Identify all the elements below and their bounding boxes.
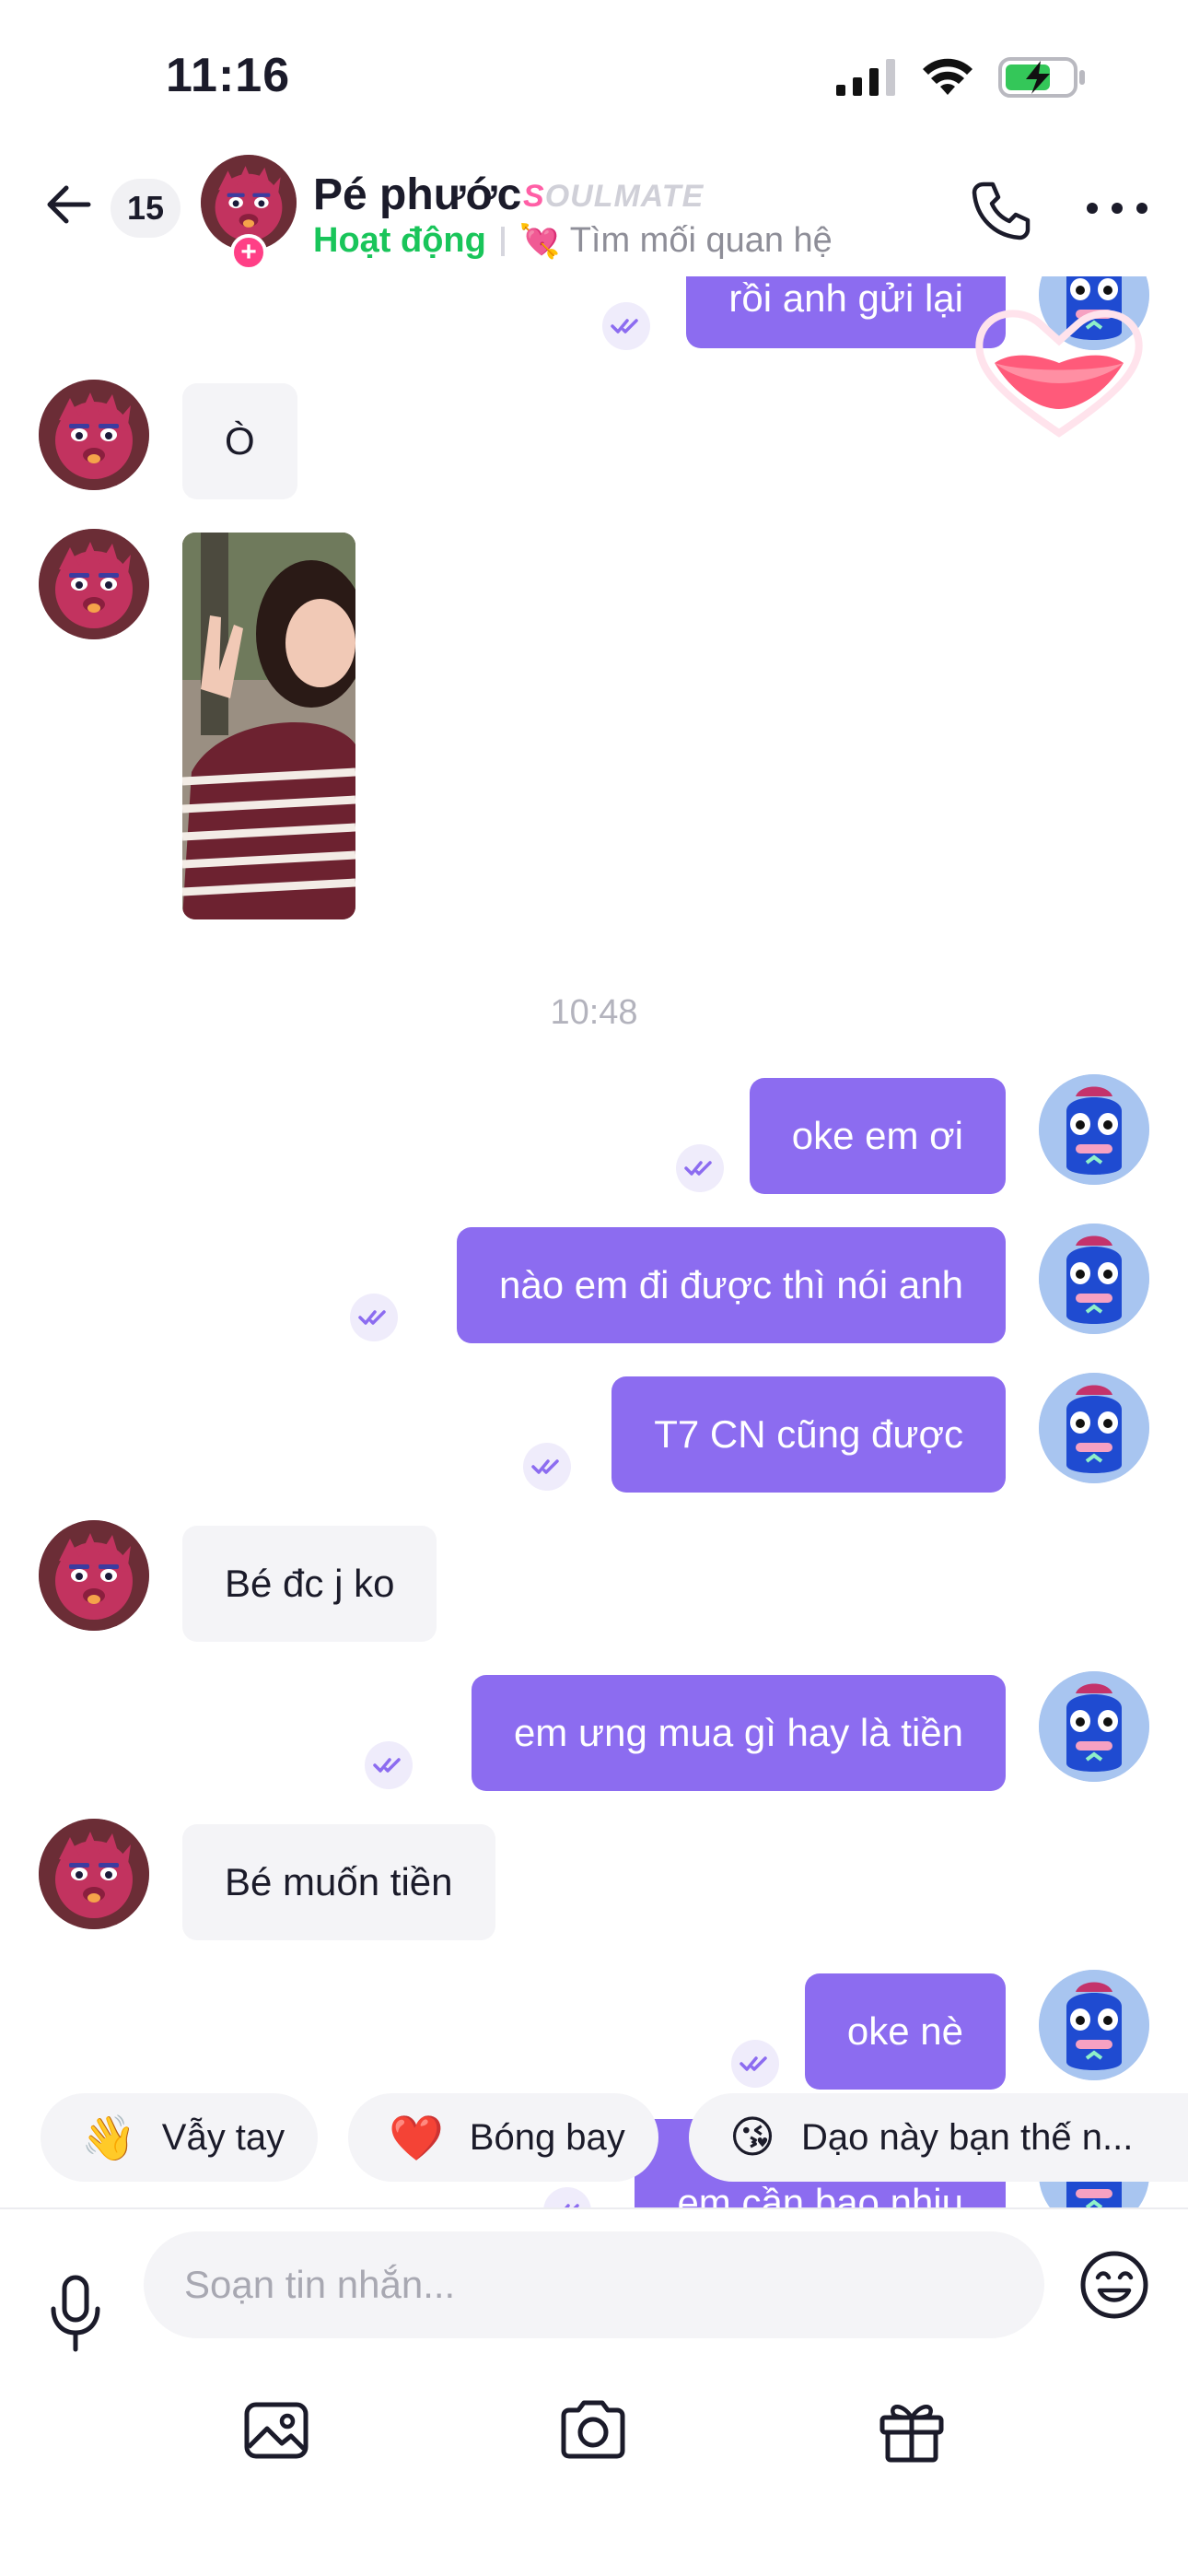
contact-avatar[interactable] [39, 1520, 149, 1631]
composer [0, 2207, 1188, 2576]
my-avatar[interactable] [1039, 1373, 1149, 1483]
read-receipt-icon [365, 1741, 413, 1789]
quick-reaction-wave[interactable]: 👋 Vẫy tay [41, 2093, 319, 2182]
contact-avatar[interactable] [39, 380, 149, 490]
status-icons [836, 57, 1087, 98]
message-input[interactable] [144, 2231, 1044, 2338]
presence-status: Hoạt động [313, 221, 486, 260]
back-arrow-icon[interactable] [41, 177, 96, 232]
my-avatar[interactable] [1039, 1671, 1149, 1782]
status-bar: 11:16 [0, 0, 1188, 138]
battery-charging-icon [998, 57, 1085, 98]
message-outgoing[interactable]: em ưng mua gì hay là tiền [471, 1675, 1006, 1791]
more-options-icon[interactable] [1087, 203, 1147, 216]
lips-reaction-icon [975, 310, 1143, 438]
add-friend-icon[interactable]: + [230, 234, 267, 271]
message-incoming[interactable]: Bé muốn tiền [182, 1824, 495, 1940]
quick-reaction-balloon[interactable]: ❤️ Bóng bay [348, 2093, 658, 2182]
kissing-face-icon: 😘 [729, 2113, 776, 2162]
chat-header: 15 + Pé phước SOULMATE Hoạt động 💘 Tìm m… [0, 138, 1188, 276]
read-receipt-icon [602, 302, 650, 350]
message-outgoing[interactable]: T7 CN cũng được [611, 1376, 1006, 1493]
message-outgoing[interactable]: rồi anh gửi lại [686, 276, 1006, 348]
read-receipt-icon [731, 2040, 779, 2088]
heart-arrow-icon: 💘 [518, 221, 561, 260]
message-outgoing[interactable]: nào em đi được thì nói anh [457, 1227, 1006, 1343]
waving-hand-icon: 👋 [81, 2113, 136, 2163]
unread-count-badge[interactable]: 15 [111, 179, 181, 238]
camera-icon[interactable] [556, 2394, 630, 2467]
phone-call-icon[interactable] [969, 179, 1033, 243]
quick-reactions-bar: 👋 Vẫy tay ❤️ Bóng bay 😘 Dạo này bạn thế … [0, 2088, 1188, 2189]
message-incoming[interactable]: Ò [182, 383, 297, 499]
read-receipt-icon [676, 1144, 724, 1192]
message-incoming[interactable]: Bé đc j ko [182, 1526, 437, 1642]
red-heart-icon: ❤️ [389, 2113, 444, 2163]
time-divider: 10:48 [550, 993, 638, 1032]
emoji-face-icon[interactable] [1077, 2248, 1151, 2322]
gallery-image-icon[interactable] [239, 2394, 313, 2467]
presence-divider [500, 226, 505, 256]
contact-avatar[interactable] [39, 529, 149, 639]
relationship-goal: Tìm mối quan hệ [569, 221, 833, 260]
message-outgoing[interactable]: oke em ơi [749, 1078, 1006, 1194]
gift-icon[interactable] [875, 2394, 949, 2467]
photo-message[interactable] [182, 533, 355, 919]
soulmate-tag: SOULMATE [523, 179, 705, 214]
read-receipt-icon [523, 1443, 571, 1491]
cellular-signal-icon [836, 59, 895, 96]
chat-thread[interactable]: rồi anh gửi lại Ò 10:48 oke em ơi nào em… [0, 276, 1188, 2209]
contact-avatar[interactable] [39, 1819, 149, 1929]
my-avatar[interactable] [1039, 1224, 1149, 1334]
read-receipt-icon [543, 2187, 591, 2209]
contact-name[interactable]: Pé phước [313, 170, 521, 220]
message-outgoing[interactable]: oke nè [804, 1973, 1006, 2090]
presence-row: Hoạt động 💘 Tìm mối quan hệ [313, 221, 833, 261]
my-avatar[interactable] [1039, 1970, 1149, 2080]
quick-reaction-greeting[interactable]: 😘 Dạo này bạn thế n... [689, 2093, 1188, 2182]
microphone-icon[interactable] [46, 2274, 105, 2355]
read-receipt-icon [350, 1294, 398, 1341]
status-time: 11:16 [166, 49, 291, 102]
my-avatar[interactable] [1039, 1074, 1149, 1185]
wifi-icon [923, 58, 973, 95]
